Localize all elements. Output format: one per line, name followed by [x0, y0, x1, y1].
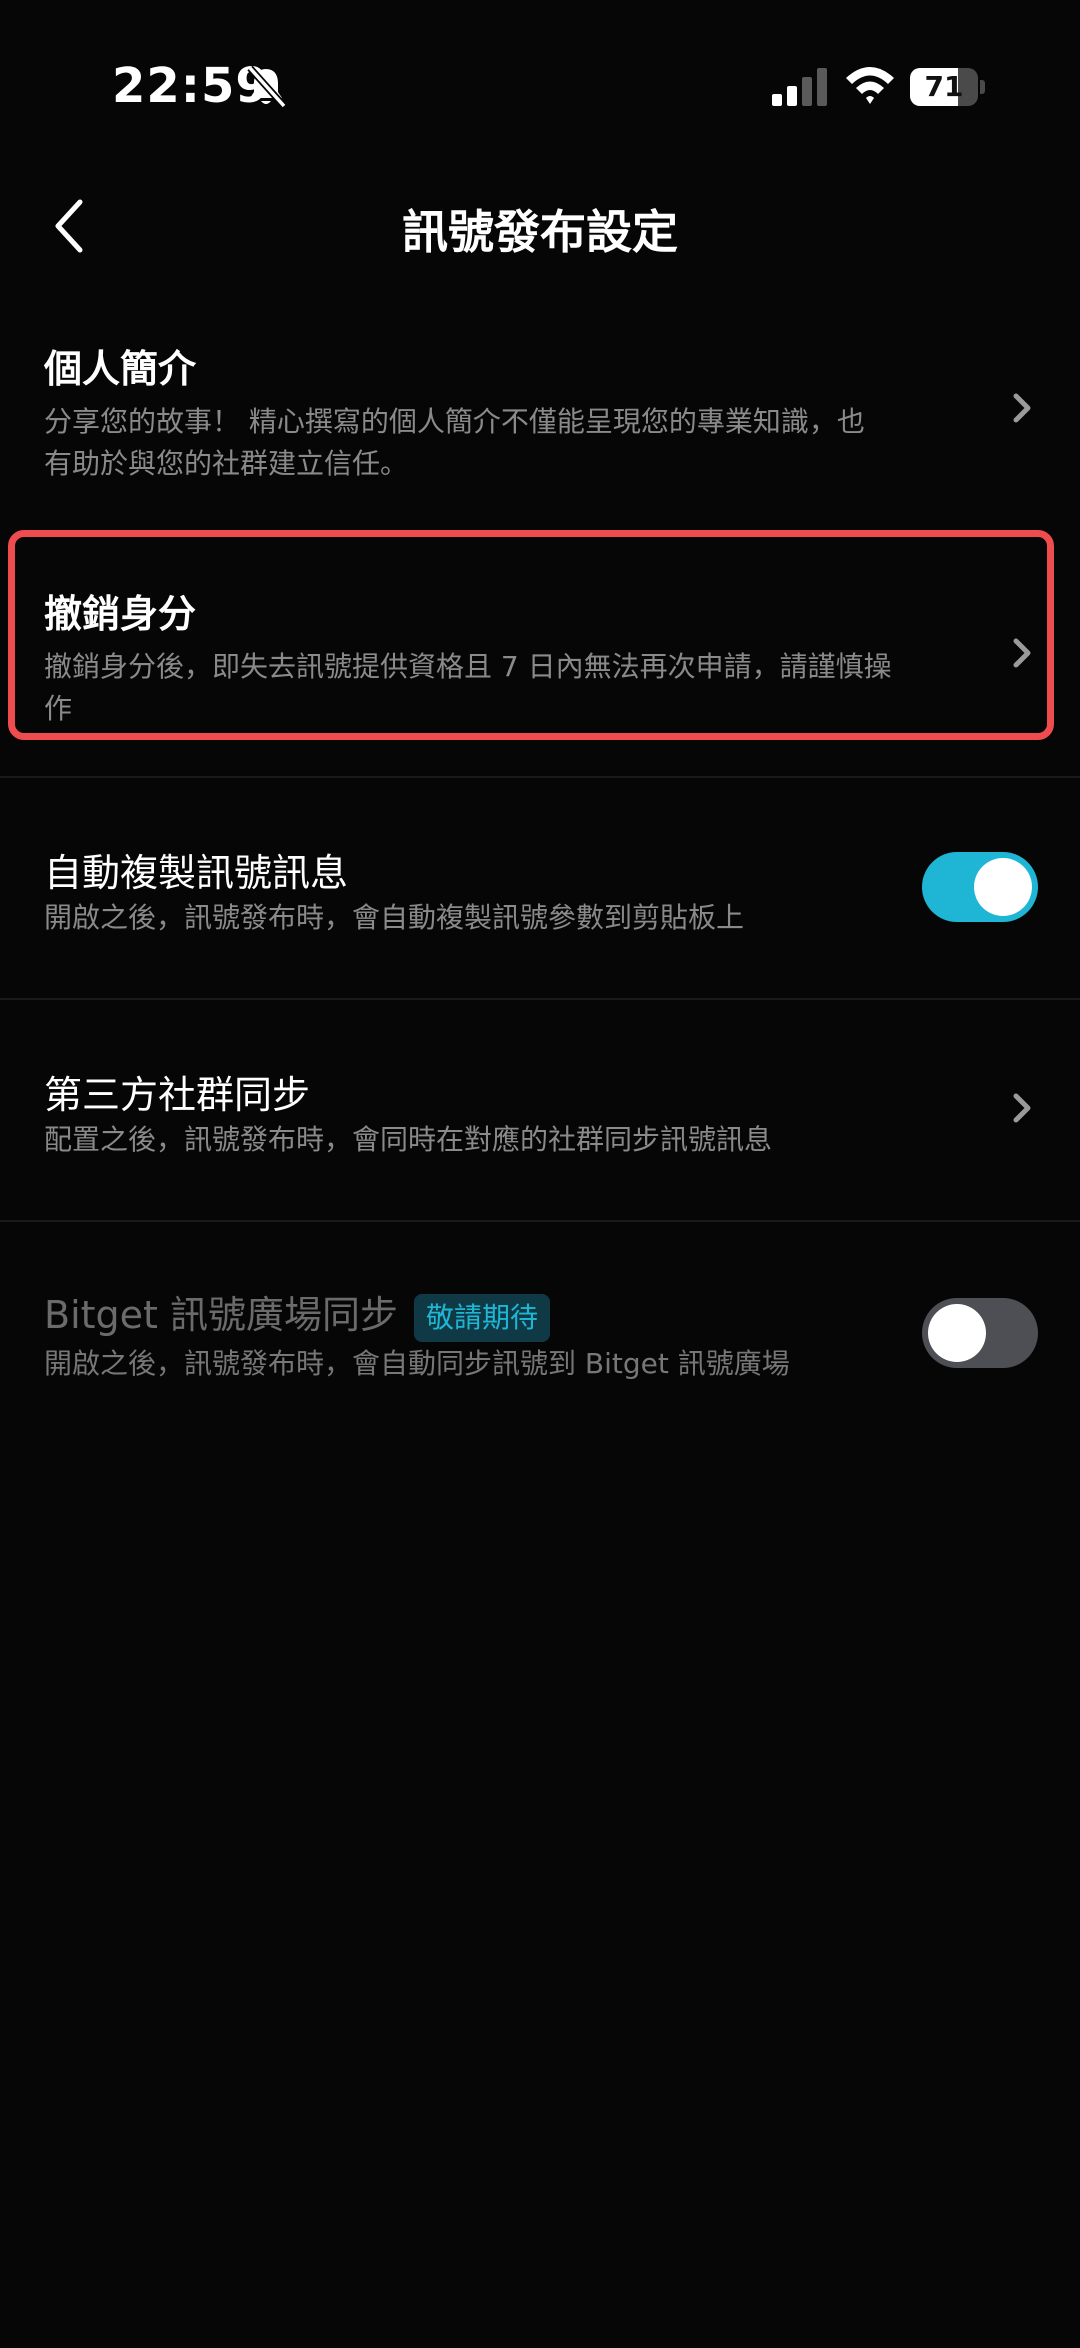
profile-row[interactable]: 個人簡介 分享您的故事！ 精心撰寫的個人簡介不僅能呈現您的專業知識，也 有助於與… — [0, 330, 1080, 490]
revoke-identity-row[interactable]: 撤銷身分 撤銷身分後，即失去訊號提供資格且 7 日內無法再次申請，請謹慎操 作 — [0, 575, 1080, 740]
chevron-right-icon — [1013, 638, 1031, 668]
auto-copy-row: 自動複製訊號訊息 開啟之後，訊號發布時，會自動複製訊號參數到剪貼板上 — [0, 840, 1080, 950]
bitget-plaza-sync-title-wrap: Bitget 訊號廣場同步 敬請期待 — [44, 1284, 551, 1342]
divider — [0, 776, 1080, 778]
revoke-identity-description-line1: 撤銷身分後，即失去訊號提供資格且 7 日內無法再次申請，請謹慎操 — [44, 650, 892, 683]
status-bar: 22:59 71 — [0, 0, 1080, 170]
battery-indicator: 71 — [910, 68, 986, 106]
revoke-identity-description-line2: 作 — [44, 692, 73, 725]
coming-soon-badge: 敬請期待 — [414, 1293, 551, 1342]
bitget-plaza-sync-row: Bitget 訊號廣場同步 敬請期待 開啟之後，訊號發布時，會自動同步訊號到 Bi… — [0, 1284, 1080, 1394]
bitget-plaza-sync-title: Bitget 訊號廣場同步 — [44, 1293, 399, 1337]
cellular-signal-icon — [772, 68, 827, 106]
divider — [0, 1220, 1080, 1222]
battery-level-text: 71 — [924, 70, 964, 103]
toggle-knob — [928, 1304, 986, 1362]
wifi-icon — [846, 67, 894, 104]
profile-description-line1: 分享您的故事！ 精心撰寫的個人簡介不僅能呈現您的專業知識，也 — [44, 405, 865, 438]
third-party-sync-title: 第三方社群同步 — [44, 1073, 311, 1117]
auto-copy-toggle[interactable] — [922, 852, 1038, 922]
auto-copy-description: 開啟之後，訊號發布時，會自動複製訊號參數到剪貼板上 — [44, 901, 745, 934]
chevron-right-icon — [1013, 393, 1031, 423]
divider — [0, 998, 1080, 1000]
third-party-sync-row[interactable]: 第三方社群同步 配置之後，訊號發布時，會同時在對應的社群同步訊號訊息 — [0, 1062, 1080, 1172]
auto-copy-title: 自動複製訊號訊息 — [44, 851, 349, 895]
third-party-sync-description: 配置之後，訊號發布時，會同時在對應的社群同步訊號訊息 — [44, 1123, 773, 1156]
bitget-plaza-sync-toggle[interactable] — [922, 1298, 1038, 1368]
chevron-right-icon — [1013, 1093, 1031, 1123]
toggle-knob — [974, 858, 1032, 916]
profile-description-line2: 有助於與您的社群建立信任。 — [44, 447, 409, 480]
nav-header: 訊號發布設定 — [0, 180, 1080, 272]
profile-title: 個人簡介 — [44, 347, 197, 391]
revoke-identity-title: 撤銷身分 — [44, 592, 197, 636]
bell-muted-icon — [247, 65, 287, 109]
page-title: 訊號發布設定 — [402, 205, 678, 259]
bitget-plaza-sync-description: 開啟之後，訊號發布時，會自動同步訊號到 Bitget 訊號廣場 — [44, 1347, 790, 1380]
